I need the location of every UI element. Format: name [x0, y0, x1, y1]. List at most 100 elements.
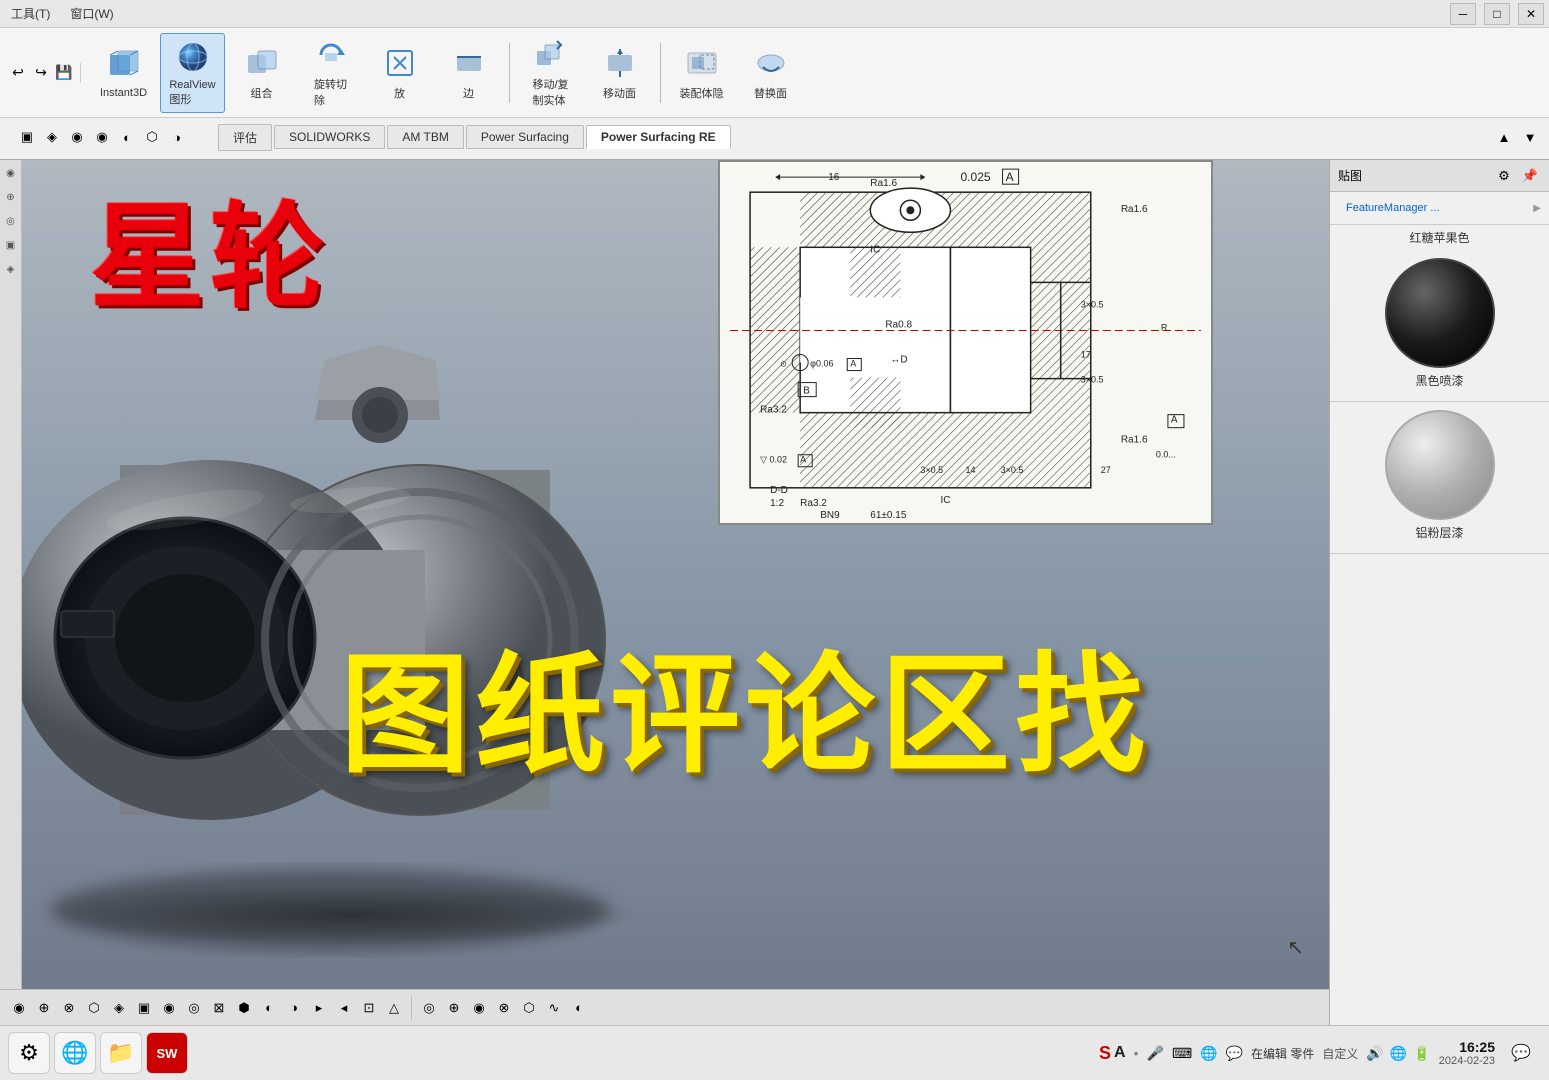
- volume-icon[interactable]: 🔊: [1366, 1045, 1383, 1062]
- scale-icon: [382, 45, 418, 81]
- bt-icon-12[interactable]: ◑: [283, 997, 305, 1019]
- svg-text:3×0.5: 3×0.5: [1001, 465, 1024, 475]
- menu-tools[interactable]: 工具(T): [5, 3, 56, 24]
- maximize-button[interactable]: □: [1484, 3, 1510, 25]
- bt-icon-4[interactable]: ⬡: [83, 997, 105, 1019]
- battery-icon[interactable]: 🔋: [1413, 1045, 1430, 1062]
- rotate-cut-icon: [313, 38, 349, 72]
- sw-s-letter: S: [1099, 1043, 1111, 1064]
- view-icon-4[interactable]: ◉: [91, 126, 113, 148]
- bt-icon-20[interactable]: ⊗: [493, 997, 515, 1019]
- menu-window[interactable]: 窗口(W): [64, 3, 119, 24]
- bt-icon-1[interactable]: ◉: [8, 997, 30, 1019]
- tray-keyboard-icon[interactable]: ⌨: [1172, 1045, 1192, 1062]
- view-icon-3[interactable]: ◉: [66, 126, 88, 148]
- minimize-button[interactable]: ─: [1450, 3, 1476, 25]
- move-copy-button[interactable]: 移动/复制实体: [518, 33, 583, 113]
- bt-icon-22[interactable]: ∿: [543, 997, 565, 1019]
- taskbar-solidworks[interactable]: SW: [146, 1032, 188, 1074]
- black-paint-label: 黑色喷漆: [1415, 368, 1463, 393]
- bt-icon-15[interactable]: ⊡: [358, 997, 380, 1019]
- feature-manager-link[interactable]: FeatureManager ...: [1338, 198, 1448, 218]
- tray-msg-icon[interactable]: 💬: [1226, 1045, 1243, 1062]
- sidebar-tool-5[interactable]: ◈: [2, 260, 20, 278]
- tab-am-tbm[interactable]: AM TBM: [387, 125, 463, 149]
- bt-icon-3[interactable]: ⊗: [58, 997, 80, 1019]
- view-icon-6[interactable]: ⬡: [141, 126, 163, 148]
- svg-text:3×0.5: 3×0.5: [920, 465, 943, 475]
- taskbar-settings[interactable]: ⚙: [8, 1032, 50, 1074]
- bt-icon-19[interactable]: ◉: [468, 997, 490, 1019]
- tab-solidworks[interactable]: SOLIDWORKS: [274, 125, 385, 149]
- bt-icon-16[interactable]: △: [383, 997, 405, 1019]
- taskbar-edge[interactable]: 🌐: [54, 1032, 96, 1074]
- solidworks-icon: SW: [157, 1046, 178, 1061]
- model-shadow: [50, 885, 650, 945]
- svg-text:▽ 0.02: ▽ 0.02: [760, 455, 787, 465]
- nav-arrow-down[interactable]: ▼: [1519, 126, 1541, 148]
- rotate-cut-button[interactable]: 旋转切除: [298, 33, 363, 113]
- replace-face-button[interactable]: 替换面: [738, 33, 803, 113]
- bt-icon-18[interactable]: ⊕: [443, 997, 465, 1019]
- toolbar-divider-1: [509, 43, 510, 103]
- view-icon-5[interactable]: ◐: [116, 126, 138, 148]
- bt-icon-7[interactable]: ◉: [158, 997, 180, 1019]
- taskbar-explorer[interactable]: 📁: [100, 1032, 142, 1074]
- panel-settings-icon[interactable]: ⚙: [1493, 165, 1515, 187]
- bt-icon-23[interactable]: ◐: [568, 997, 590, 1019]
- tab-evaluate[interactable]: 评估: [218, 124, 272, 151]
- view-icon-1[interactable]: ▣: [16, 126, 38, 148]
- bt-icon-6[interactable]: ▣: [133, 997, 155, 1019]
- scale-label: 放: [394, 85, 405, 101]
- bt-icon-13[interactable]: ▸: [308, 997, 330, 1019]
- bt-icon-17[interactable]: ◎: [418, 997, 440, 1019]
- redo-icon[interactable]: ↪: [31, 63, 51, 83]
- undo-icon[interactable]: ↩: [8, 63, 28, 83]
- notification-bubble[interactable]: 💬: [1503, 1035, 1539, 1071]
- close-button[interactable]: ✕: [1518, 3, 1544, 25]
- tray-globe-icon[interactable]: 🌐: [1200, 1045, 1217, 1062]
- nav-arrow-up[interactable]: ▲: [1493, 126, 1515, 148]
- bt-icon-14[interactable]: ◂: [333, 997, 355, 1019]
- right-panel-title: 贴图: [1338, 167, 1362, 184]
- view-icon-7[interactable]: ◑: [166, 126, 188, 148]
- network-icon[interactable]: 🌐: [1390, 1045, 1407, 1062]
- instant3d-button[interactable]: Instant3D: [91, 33, 156, 113]
- realview-button[interactable]: RealView图形: [160, 33, 225, 113]
- black-paint-material[interactable]: 黑色喷漆: [1330, 250, 1549, 402]
- sidebar-tool-4[interactable]: ▣: [2, 236, 20, 254]
- tab-power-surfacing-re[interactable]: Power Surfacing RE: [586, 125, 731, 149]
- scale-button[interactable]: 放: [367, 33, 432, 113]
- panel-pin-icon[interactable]: 📌: [1519, 165, 1541, 187]
- svg-text:1:2: 1:2: [770, 498, 784, 509]
- bt-icon-21[interactable]: ⬡: [518, 997, 540, 1019]
- blueprint-svg: 0.025 A Ra1.6 Ra1.6 Ra1.6 φ28H7 φ45f7 ⊙ …: [720, 162, 1211, 523]
- move-face-button[interactable]: 移动面: [587, 33, 652, 113]
- aluminum-powder-material[interactable]: 铝粉层漆: [1330, 402, 1549, 554]
- combine-icon: [244, 45, 280, 81]
- sidebar-tool-1[interactable]: ◉: [2, 164, 20, 182]
- assem-hide-button[interactable]: 装配体隐: [669, 33, 734, 113]
- bt-icon-11[interactable]: ◐: [258, 997, 280, 1019]
- tab-power-surfacing[interactable]: Power Surfacing: [466, 125, 584, 149]
- bt-icon-9[interactable]: ⊠: [208, 997, 230, 1019]
- svg-text:3×0.5: 3×0.5: [1081, 375, 1104, 385]
- title-overlay-chinese: 星轮: [90, 165, 330, 331]
- save-icon[interactable]: 💾: [54, 63, 74, 83]
- bt-icon-10[interactable]: ⬢: [233, 997, 255, 1019]
- svg-text:Ra3.2: Ra3.2: [760, 405, 787, 416]
- bt-icon-8[interactable]: ◎: [183, 997, 205, 1019]
- explorer-icon: 📁: [107, 1040, 134, 1066]
- edge-button[interactable]: 边: [436, 33, 501, 113]
- sidebar-tool-3[interactable]: ◎: [2, 212, 20, 230]
- find-overlay-chinese: 图纸评论区找: [340, 610, 1150, 798]
- svg-text:17: 17: [1081, 350, 1091, 360]
- view-icon-2[interactable]: ◈: [41, 126, 63, 148]
- replace-face-icon: [753, 45, 789, 81]
- panel-collapse-icon[interactable]: ▶: [1533, 203, 1541, 214]
- combine-button[interactable]: 组合: [229, 33, 294, 113]
- bt-icon-5[interactable]: ◈: [108, 997, 130, 1019]
- bt-icon-2[interactable]: ⊕: [33, 997, 55, 1019]
- sidebar-tool-2[interactable]: ⊕: [2, 188, 20, 206]
- tray-mic-icon[interactable]: 🎤: [1147, 1045, 1164, 1062]
